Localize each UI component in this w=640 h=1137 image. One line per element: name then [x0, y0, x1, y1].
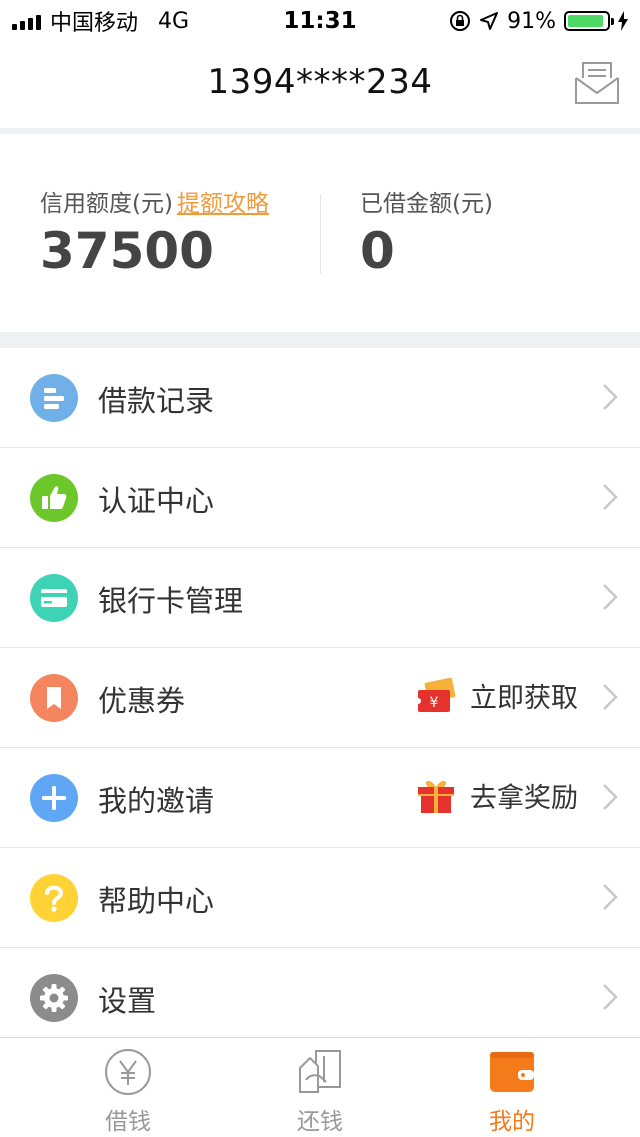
invite-cta: 去拿奖励 [470, 783, 578, 814]
credit-limit-label: 信用额度(元) 提额攻略 [40, 184, 269, 218]
tab-label: 借钱 [105, 1109, 151, 1135]
chevron-right-icon [603, 684, 618, 710]
thumbs-up-icon [30, 474, 78, 522]
divider [320, 194, 321, 274]
credit-limit-label-text: 信用额度(元) [40, 191, 173, 217]
account-summary: 信用额度(元) 提额攻略 37500 已借金额(元) 0 [0, 134, 640, 332]
chevron-right-icon [603, 784, 618, 810]
credit-limit-value: 37500 [40, 222, 214, 280]
list-icon [30, 374, 78, 422]
question-icon [30, 874, 78, 922]
menu-item-label: 借款记录 [98, 384, 215, 418]
menu-item-my-invites[interactable]: 我的邀请 去拿奖励 [0, 748, 640, 848]
orientation-lock-icon [450, 11, 471, 31]
chevron-right-icon [603, 484, 618, 510]
menu-item-verification-center[interactable]: 认证中心 [0, 448, 640, 548]
tab-borrow[interactable]: 借钱 [48, 1038, 208, 1137]
menu-item-help-center[interactable]: 帮助中心 [0, 848, 640, 948]
menu-item-label: 帮助中心 [98, 884, 215, 918]
card-icon [30, 574, 78, 622]
menu-item-label: 优惠券 [98, 684, 186, 718]
menu-item-label: 设置 [98, 984, 157, 1018]
plus-icon [30, 774, 78, 822]
gift-icon [418, 780, 454, 813]
invite-promo[interactable]: 去拿奖励 [416, 776, 578, 815]
menu-item-loan-records[interactable]: 借款记录 [0, 348, 640, 448]
page-title: 1394****234 [207, 62, 433, 102]
yen-coin-icon [105, 1049, 151, 1095]
menu-item-coupons[interactable]: 优惠券 ¥ 立即获取 [0, 648, 640, 748]
menu-item-label: 银行卡管理 [98, 584, 244, 618]
chevron-right-icon [603, 384, 618, 410]
bookmark-icon [30, 674, 78, 722]
tab-mine[interactable]: 我的 [432, 1038, 592, 1137]
menu-item-bank-card[interactable]: 银行卡管理 [0, 548, 640, 648]
coupon-promo[interactable]: ¥ 立即获取 [416, 676, 578, 715]
raise-limit-link[interactable]: 提额攻略 [177, 191, 269, 217]
wallet-icon [490, 1052, 534, 1092]
coupon-cta: 立即获取 [470, 683, 578, 714]
menu-item-label: 认证中心 [98, 484, 215, 518]
tab-bar: 借钱 还钱 我的 [0, 1037, 640, 1137]
svg-text:¥: ¥ [430, 695, 439, 711]
coupon-ticket-icon: ¥ [416, 677, 456, 712]
chevron-right-icon [603, 884, 618, 910]
chevron-right-icon [603, 984, 618, 1010]
borrowed-amount-label: 已借金额(元) [360, 191, 493, 217]
menu-item-settings[interactable]: 设置 [0, 948, 640, 1048]
menu-item-label: 我的邀请 [98, 784, 215, 818]
location-icon [480, 12, 499, 30]
status-right: 91% [449, 6, 628, 36]
tab-repay[interactable]: 还钱 [240, 1038, 400, 1137]
charging-bolt-icon [618, 11, 628, 31]
envelope-icon[interactable] [574, 60, 620, 106]
header: 1394****234 [0, 40, 640, 128]
divider [0, 332, 640, 348]
status-bar: 中国移动 4G 11:31 91% [0, 0, 640, 40]
tab-label: 我的 [489, 1109, 535, 1135]
battery-icon [564, 11, 614, 31]
chevron-right-icon [603, 584, 618, 610]
gear-icon [30, 974, 78, 1022]
tab-label: 还钱 [297, 1109, 343, 1135]
borrowed-amount-value: 0 [360, 222, 395, 280]
menu-list: 借款记录 认证中心 银行卡管理 优惠券 ¥ 立即获取 我的邀请 去拿奖励 帮助中… [0, 348, 640, 1048]
battery-percent: 91% [507, 8, 556, 34]
repay-icon [299, 1050, 341, 1093]
